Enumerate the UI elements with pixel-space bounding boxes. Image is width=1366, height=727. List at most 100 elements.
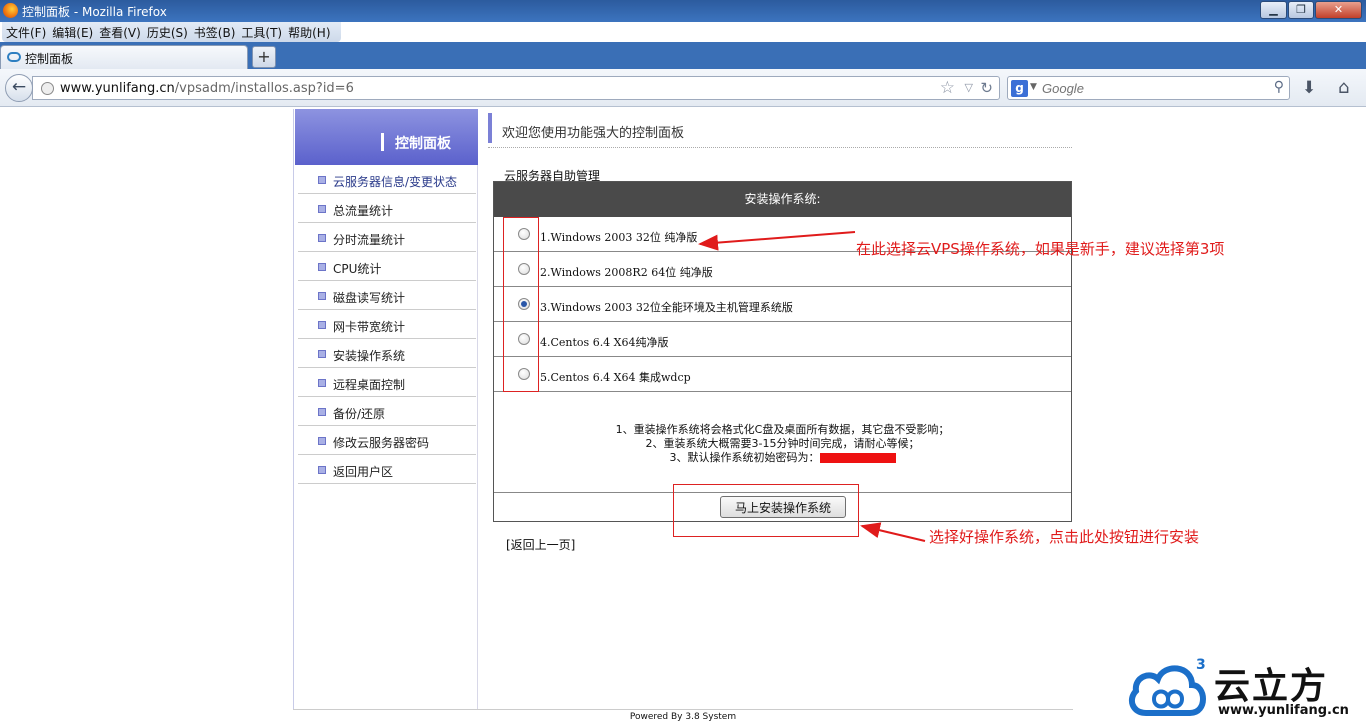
sidebar-item-label: 总流量统计	[333, 204, 394, 218]
sidebar-item-bandwidth[interactable]: 网卡带宽统计	[298, 310, 476, 339]
sidebar-menu: 云服务器信息/变更状态 总流量统计 分时流量统计 CPU统计 磁盘读写统计 网卡…	[298, 165, 476, 484]
bullet-icon	[318, 234, 326, 242]
bookmark-star-icon[interactable]: ☆	[940, 78, 955, 98]
sidebar-item-change-password[interactable]: 修改云服务器密码	[298, 426, 476, 455]
os-label-1: 1.Windows 2003 32位 纯净版	[540, 231, 698, 244]
annotation-top-text: 在此选择云VPS操作系统，如果是新手，建议选择第3项	[856, 240, 1225, 258]
header-accent	[381, 133, 384, 151]
menu-view[interactable]: 查看(V)	[99, 22, 147, 42]
sidebar-item-label: 分时流量统计	[333, 233, 406, 247]
download-icon[interactable]: ⬇	[1302, 78, 1316, 98]
menu-help[interactable]: 帮助(H)	[288, 22, 336, 42]
bullet-icon	[318, 263, 326, 271]
logo-name: 云立方	[1214, 666, 1329, 707]
sidebar-item-hourly-traffic[interactable]: 分时流量统计	[298, 223, 476, 252]
sidebar-item-label: 网卡带宽统计	[333, 320, 406, 334]
tab-control-panel[interactable]: 控制面板	[0, 45, 248, 69]
url-host: www.yunlifang.cn	[60, 81, 175, 96]
firefox-icon	[3, 3, 18, 18]
menu-edit[interactable]: 编辑(E)	[52, 22, 99, 42]
sidebar-item-backup[interactable]: 备份/还原	[298, 397, 476, 426]
sidebar-item-label: 云服务器信息/变更状态	[333, 175, 458, 189]
sidebar-item-label: 磁盘读写统计	[333, 291, 406, 305]
menu-bar: 文件(F) 编辑(E) 查看(V) 历史(S) 书签(B) 工具(T) 帮助(H…	[2, 22, 341, 42]
install-notes: 1、重装操作系统将会格式化C盘及桌面所有数据，其它盘不受影响； 2、重装系统大概…	[494, 393, 1071, 493]
bullet-icon	[318, 176, 326, 184]
sidebar-item-label: 远程桌面控制	[333, 378, 406, 392]
os-option-3[interactable]: 3.Windows 2003 32位全能环境及主机管理系统版	[494, 287, 1071, 322]
globe-icon	[41, 82, 54, 95]
menu-bookmarks[interactable]: 书签(B)	[194, 22, 242, 42]
sidebar-item-label: 安装操作系统	[333, 349, 406, 363]
bullet-icon	[318, 321, 326, 329]
os-label-4: 4.Centos 6.4 X64纯净版	[540, 336, 669, 349]
logo-mark: 3	[1196, 657, 1206, 673]
sidebar-item-label: 返回用户区	[333, 465, 394, 479]
menu-file[interactable]: 文件(F)	[6, 22, 52, 42]
sidebar-item-total-traffic[interactable]: 总流量统计	[298, 194, 476, 223]
bullet-icon	[318, 379, 326, 387]
maximize-button[interactable]: ❐	[1288, 1, 1314, 19]
cloud-favicon-icon	[7, 52, 21, 62]
sidebar-item-disk-io[interactable]: 磁盘读写统计	[298, 281, 476, 310]
title-bar: 控制面板 - Mozilla Firefox ▁ ❐ ✕	[0, 0, 1366, 22]
close-button[interactable]: ✕	[1315, 1, 1362, 19]
sidebar-title: 控制面板	[395, 136, 451, 152]
bullet-icon	[318, 437, 326, 445]
bullet-icon	[318, 350, 326, 358]
new-tab-button[interactable]: +	[252, 46, 276, 68]
os-option-4[interactable]: 4.Centos 6.4 X64纯净版	[494, 322, 1071, 357]
arrow-to-button	[860, 522, 926, 542]
brand-logo: 3 云立方 www.yunlifang.cn	[1126, 657, 1358, 723]
menu-history[interactable]: 历史(S)	[147, 22, 194, 42]
sidebar-item-cpu[interactable]: CPU统计	[298, 252, 476, 281]
sidebar-item-server-info[interactable]: 云服务器信息/变更状态	[298, 165, 476, 194]
os-label-2: 2.Windows 2008R2 64位 纯净版	[540, 266, 713, 279]
navigation-bar: www.yunlifang.cn/vpsadm/installos.asp?id…	[0, 69, 1366, 107]
bullet-icon	[318, 408, 326, 416]
sidebar-item-remote-desktop[interactable]: 远程桌面控制	[298, 368, 476, 397]
back-link[interactable]: [返回上一页]	[506, 536, 575, 553]
history-dropdown-icon[interactable]: ▽	[965, 81, 973, 94]
os-option-5[interactable]: 5.Centos 6.4 X64 集成wdcp	[494, 357, 1071, 392]
minimize-button[interactable]: ▁	[1260, 1, 1287, 19]
google-icon[interactable]: g	[1011, 80, 1028, 97]
note-3: 3、默认操作系统初始密码为：	[669, 451, 820, 464]
back-button[interactable]: ←	[5, 74, 33, 102]
annotation-button-highlight	[673, 484, 859, 537]
logo-url: www.yunlifang.cn	[1218, 703, 1349, 718]
os-label-5: 5.Centos 6.4 X64 集成wdcp	[540, 371, 691, 384]
os-label-3: 3.Windows 2003 32位全能环境及主机管理系统版	[540, 301, 793, 314]
footer: Powered By 3.8 System	[293, 709, 1073, 727]
tab-label: 控制面板	[25, 52, 74, 66]
bullet-icon	[318, 466, 326, 474]
annotation-bottom-text: 选择好操作系统，点击此处按钮进行安装	[929, 528, 1200, 546]
search-icon[interactable]: ⚲	[1274, 79, 1284, 95]
os-install-table: 安装操作系统: 1.Windows 2003 32位 纯净版 2.Windows…	[493, 181, 1072, 522]
url-path: /vpsadm/installos.asp?id=6	[174, 81, 354, 96]
sidebar: 控制面板 云服务器信息/变更状态 总流量统计 分时流量统计 CPU统计 磁盘读写…	[293, 109, 478, 709]
table-header: 安装操作系统:	[494, 182, 1071, 217]
note-3-line: 3、默认操作系统初始密码为：	[494, 449, 1071, 465]
reload-icon[interactable]: ↻	[980, 79, 993, 97]
tab-strip: 控制面板 +	[0, 42, 1366, 69]
annotation-radio-highlight	[503, 217, 539, 392]
home-icon[interactable]: ⌂	[1338, 77, 1349, 98]
search-input[interactable]	[1042, 79, 1262, 97]
redacted-password	[819, 453, 896, 463]
sidebar-item-install-os[interactable]: 安装操作系统	[298, 339, 476, 368]
menu-tools[interactable]: 工具(T)	[241, 22, 288, 42]
url-text[interactable]: www.yunlifang.cn/vpsadm/installos.asp?id…	[60, 81, 354, 96]
header-accent	[488, 113, 492, 143]
sidebar-item-user-area[interactable]: 返回用户区	[298, 455, 476, 484]
sidebar-item-label: 修改云服务器密码	[333, 436, 430, 450]
sidebar-item-label: CPU统计	[333, 262, 382, 276]
search-box[interactable]: g ▼ ⚲	[1007, 76, 1290, 100]
engine-dropdown-icon[interactable]: ▼	[1030, 82, 1037, 92]
bullet-icon	[318, 205, 326, 213]
address-bar[interactable]: www.yunlifang.cn/vpsadm/installos.asp?id…	[32, 76, 1000, 100]
window-title: 控制面板 - Mozilla Firefox	[22, 5, 167, 19]
sidebar-item-label: 备份/还原	[333, 407, 386, 421]
sidebar-header: 控制面板	[295, 109, 478, 165]
bullet-icon	[318, 292, 326, 300]
